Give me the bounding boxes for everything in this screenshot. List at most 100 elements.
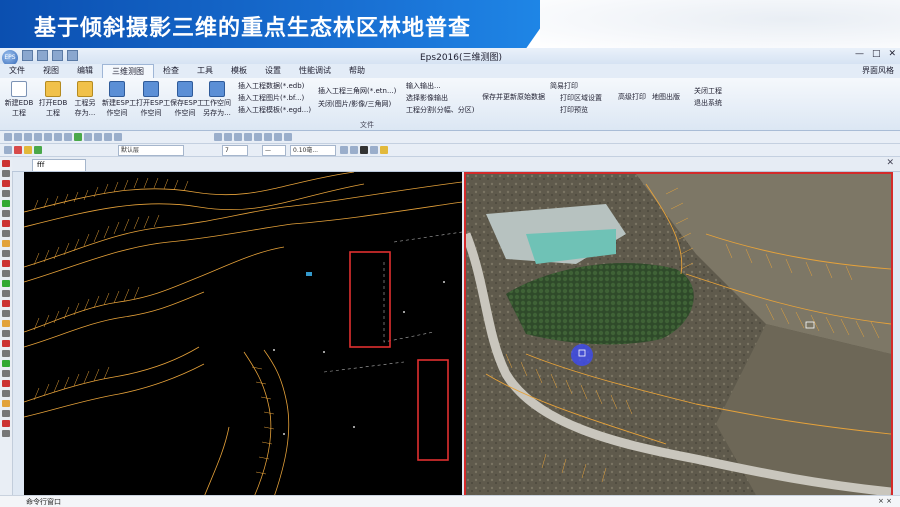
- view-3d-icon[interactable]: [244, 133, 252, 141]
- query-icon[interactable]: [350, 146, 358, 154]
- draw-text-icon[interactable]: [2, 220, 10, 227]
- hatch-icon[interactable]: [2, 320, 10, 327]
- property-icon[interactable]: [370, 146, 378, 154]
- smooth-icon[interactable]: [2, 360, 10, 367]
- draw-symbol-icon[interactable]: [2, 230, 10, 237]
- link-views-icon[interactable]: [254, 133, 262, 141]
- extend-icon[interactable]: [2, 290, 10, 297]
- explode-icon[interactable]: [2, 390, 10, 397]
- undo-icon[interactable]: [4, 133, 12, 141]
- annotation-icon[interactable]: [2, 400, 10, 407]
- copy-icon[interactable]: [2, 260, 10, 267]
- linestyle-combo[interactable]: —: [262, 145, 286, 156]
- layer-manager-icon[interactable]: [4, 146, 12, 154]
- new-esp-button[interactable]: 新建ESP工 作空间: [102, 81, 136, 118]
- tab-check[interactable]: 检查: [154, 64, 188, 78]
- reverse-icon[interactable]: [2, 380, 10, 387]
- split-view-icon[interactable]: [234, 133, 242, 141]
- insert-edb-item[interactable]: 插入工程数据(*.edb): [238, 81, 304, 91]
- join-icon[interactable]: [2, 310, 10, 317]
- redo-icon[interactable]: [52, 50, 63, 61]
- save-esp-button[interactable]: 保存ESP工 作空间: [170, 81, 204, 118]
- undo-icon[interactable]: [37, 50, 48, 61]
- refresh-icon[interactable]: [64, 133, 72, 141]
- close-button[interactable]: ✕: [888, 49, 896, 59]
- dimension-icon[interactable]: [2, 410, 10, 417]
- zoom-out-icon[interactable]: [44, 133, 52, 141]
- contour-icon[interactable]: [2, 240, 10, 247]
- advanced-print-button[interactable]: 高级打印: [618, 92, 646, 102]
- zoom-in-icon[interactable]: [34, 133, 42, 141]
- redo-icon[interactable]: [14, 133, 22, 141]
- open-edb-button[interactable]: 打开EDB 工程: [38, 81, 68, 118]
- number-combo[interactable]: 7: [222, 145, 248, 156]
- tab-edit[interactable]: 编辑: [68, 64, 102, 78]
- layer-icon[interactable]: [74, 133, 82, 141]
- select-icon[interactable]: [114, 133, 122, 141]
- slope-icon[interactable]: [2, 430, 10, 437]
- highlight-icon[interactable]: [380, 146, 388, 154]
- minimize-button[interactable]: —: [855, 49, 864, 59]
- tab-help[interactable]: 帮助: [340, 64, 374, 78]
- draw-circle-icon[interactable]: [2, 210, 10, 217]
- print-area-item[interactable]: 打印区域设置: [560, 93, 602, 103]
- tab-template[interactable]: 模板: [222, 64, 256, 78]
- simple-print-item[interactable]: 简易打印: [550, 81, 578, 91]
- measure-icon[interactable]: [104, 133, 112, 141]
- color-red-icon[interactable]: [14, 146, 22, 154]
- map-publish-button[interactable]: 地图出版: [652, 92, 680, 102]
- delete-icon[interactable]: [2, 340, 10, 347]
- oblique-3d-viewport[interactable]: [464, 172, 893, 497]
- tab-3d-mapping[interactable]: 三维测图: [102, 64, 154, 78]
- draw-polyline-icon[interactable]: [2, 180, 10, 187]
- settings-icon[interactable]: [284, 133, 292, 141]
- tab-tools[interactable]: 工具: [188, 64, 222, 78]
- model-icon[interactable]: [264, 133, 272, 141]
- save-icon[interactable]: [22, 50, 33, 61]
- split-project-item[interactable]: 工程分割(分幅、分区): [406, 105, 474, 115]
- save-update-source-button[interactable]: 保存并更新原始数据: [482, 92, 545, 102]
- color-green-icon[interactable]: [34, 146, 42, 154]
- print-preview-item[interactable]: 打印预览: [560, 105, 588, 115]
- close-project-item[interactable]: 关闭工程: [694, 86, 722, 96]
- snap-icon[interactable]: [94, 133, 102, 141]
- tab-file[interactable]: 文件: [0, 64, 34, 78]
- window-tile-icon[interactable]: [214, 133, 222, 141]
- new-edb-button[interactable]: 新建EDB 工程: [4, 81, 34, 118]
- io-menu-item[interactable]: 输入输出...: [406, 81, 441, 91]
- draw-point-icon[interactable]: [2, 160, 10, 167]
- zoom-extent-icon[interactable]: [54, 133, 62, 141]
- insert-tin-item[interactable]: 插入工程三角网(*.etn...): [318, 86, 396, 96]
- close-image-item[interactable]: 关闭(图片/影像/三角网): [318, 99, 391, 109]
- color-yellow-icon[interactable]: [24, 146, 32, 154]
- close-document-icon[interactable]: ✕: [886, 158, 894, 168]
- draw-arc-icon[interactable]: [2, 200, 10, 207]
- tab-view[interactable]: 视图: [34, 64, 68, 78]
- draw-polygon-icon[interactable]: [2, 190, 10, 197]
- open-esp-button[interactable]: 打开ESP工 作空间: [136, 81, 170, 118]
- command-line-close[interactable]: × ×: [878, 497, 892, 505]
- maximize-button[interactable]: □: [872, 49, 881, 59]
- window-cascade-icon[interactable]: [224, 133, 232, 141]
- break-icon[interactable]: [2, 300, 10, 307]
- insert-image-item[interactable]: 插入工程图片(*.bf...): [238, 93, 304, 103]
- rotate-icon[interactable]: [2, 270, 10, 277]
- insert-template-item[interactable]: 插入工程模板(*.egd...): [238, 105, 311, 115]
- cad-2d-viewport[interactable]: [24, 172, 462, 497]
- code-icon[interactable]: [360, 146, 368, 154]
- save-esp-as-button[interactable]: 工作空间 另存为...: [202, 81, 232, 118]
- document-tab[interactable]: fff: [32, 159, 86, 171]
- close-line-icon[interactable]: [2, 370, 10, 377]
- linewidth-combo[interactable]: 0.10毫...: [290, 145, 336, 156]
- pan-icon[interactable]: [24, 133, 32, 141]
- trim-icon[interactable]: [2, 280, 10, 287]
- save-edb-as-button[interactable]: 工程另 存为...: [70, 81, 100, 118]
- grid-icon[interactable]: [84, 133, 92, 141]
- offset-icon[interactable]: [2, 330, 10, 337]
- export-image-item[interactable]: 选择影像输出: [406, 93, 448, 103]
- ortho-icon[interactable]: [274, 133, 282, 141]
- dropdown-icon[interactable]: [67, 50, 78, 61]
- node-edit-icon[interactable]: [2, 350, 10, 357]
- attribute-icon[interactable]: [340, 146, 348, 154]
- exit-system-item[interactable]: 退出系统: [694, 98, 722, 108]
